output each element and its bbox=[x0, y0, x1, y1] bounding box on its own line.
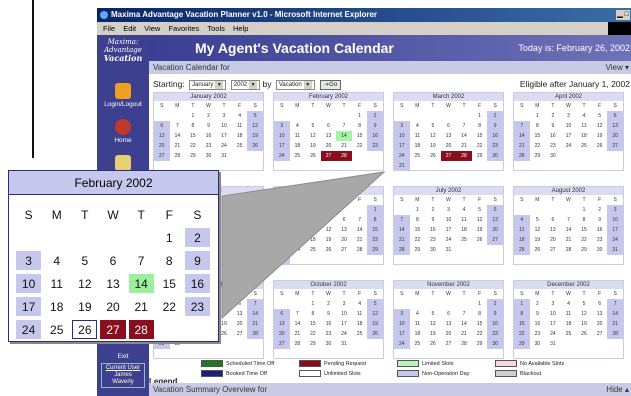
zoom-day-14[interactable]: 14 bbox=[128, 274, 154, 293]
empty-day bbox=[16, 228, 41, 247]
zoom-day-2[interactable]: 2 bbox=[184, 228, 210, 247]
zoom-day-8[interactable]: 8 bbox=[157, 251, 182, 270]
week-row: 3456789 bbox=[16, 251, 210, 270]
callout-triangle bbox=[221, 171, 386, 320]
weekday-header: S bbox=[24, 207, 33, 222]
empty-day bbox=[100, 228, 125, 247]
empty-day bbox=[129, 228, 154, 247]
week-row: 12 bbox=[16, 228, 210, 247]
zoom-day-16[interactable]: 16 bbox=[184, 274, 210, 293]
zoom-day-27[interactable]: 27 bbox=[100, 320, 126, 339]
zoom-month-table: S M T W T F S 1 2 3 4 5 6 7 8 9 10 11 12 13 14 15 16 17 18 19 20 21… bbox=[13, 201, 213, 343]
empty-day bbox=[157, 320, 182, 339]
zoom-day-9[interactable]: 9 bbox=[184, 251, 210, 270]
zoom-day-4[interactable]: 4 bbox=[44, 251, 69, 270]
zoom-day-28[interactable]: 28 bbox=[128, 320, 154, 339]
zoom-day-21[interactable]: 21 bbox=[129, 297, 154, 316]
weekday-header: M bbox=[51, 207, 62, 222]
zoom-day-11[interactable]: 11 bbox=[44, 274, 69, 293]
zoom-day-24[interactable]: 24 bbox=[16, 320, 42, 339]
weekday-header-row: SMTWTFS bbox=[16, 205, 210, 224]
weekday-header: F bbox=[165, 207, 173, 222]
zoom-day-25[interactable]: 25 bbox=[44, 320, 69, 339]
zoom-day-5[interactable]: 5 bbox=[72, 251, 97, 270]
zoom-day-12[interactable]: 12 bbox=[72, 274, 97, 293]
zoom-day-23[interactable]: 23 bbox=[184, 297, 210, 316]
zoom-day-20[interactable]: 20 bbox=[100, 297, 125, 316]
weekday-header: S bbox=[193, 207, 202, 222]
screenshot-root: Maxima Advantage Vacation Planner v1.0 -… bbox=[0, 0, 631, 396]
empty-day bbox=[44, 228, 69, 247]
zoom-day-18[interactable]: 18 bbox=[44, 297, 69, 316]
zoom-day-17[interactable]: 17 bbox=[16, 297, 42, 316]
zoom-day-13[interactable]: 13 bbox=[100, 274, 125, 293]
zoom-day-3[interactable]: 3 bbox=[16, 251, 42, 270]
empty-day bbox=[72, 228, 97, 247]
weekday-header: T bbox=[81, 207, 89, 222]
zoom-day-26[interactable]: 26 bbox=[72, 320, 98, 339]
zoom-day-6[interactable]: 6 bbox=[100, 251, 125, 270]
zoom-day-7[interactable]: 7 bbox=[129, 251, 154, 270]
week-row: 17 18 19 20 21 22 23 bbox=[16, 297, 210, 316]
zoomed-month-callout: February 2002 S M T W T F S 1 2 3 4 5 6 7 8 9 10 11 12 13 14… bbox=[8, 170, 219, 342]
zoom-day-10[interactable]: 10 bbox=[16, 274, 42, 293]
zoom-month-title: February 2002 bbox=[9, 171, 218, 195]
empty-day bbox=[185, 320, 210, 339]
zoom-day-1[interactable]: 1 bbox=[157, 228, 182, 247]
weekday-header: T bbox=[137, 207, 145, 222]
week-row: 24 25 26 27 28 bbox=[16, 320, 210, 339]
zoom-day-19[interactable]: 19 bbox=[72, 297, 97, 316]
zoom-day-15[interactable]: 15 bbox=[157, 274, 182, 293]
zoom-day-22[interactable]: 22 bbox=[157, 297, 182, 316]
weekday-header: W bbox=[107, 207, 119, 222]
week-row: 10 11 12 13 14 15 16 bbox=[16, 274, 210, 293]
